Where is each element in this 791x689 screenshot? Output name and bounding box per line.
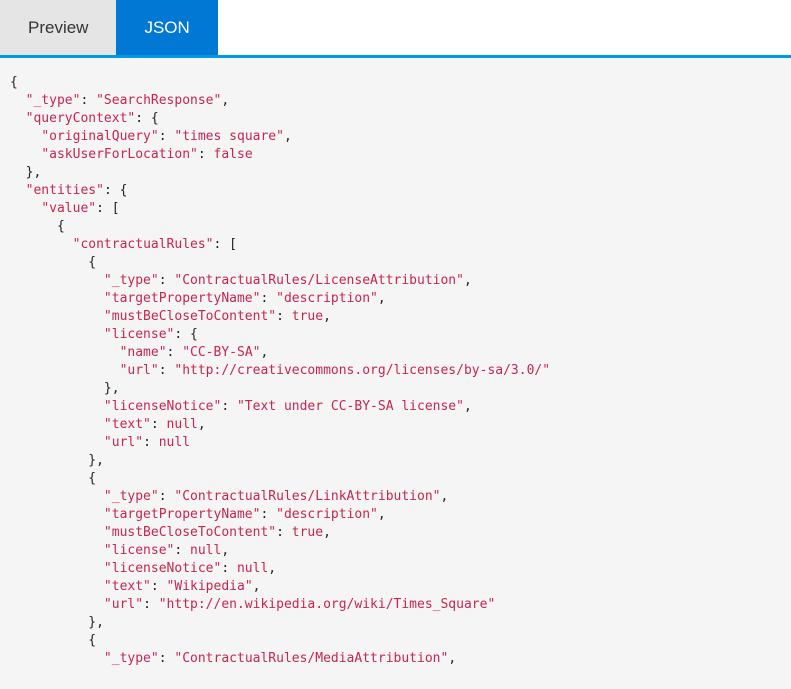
code-line: }, [10,614,781,632]
code-line: "_type": "SearchResponse", [10,92,781,110]
json-code-panel: { "_type": "SearchResponse", "queryConte… [0,58,791,689]
code-line: "contractualRules": [ [10,236,781,254]
code-line: "value": [ [10,200,781,218]
code-line: "mustBeCloseToContent": true, [10,524,781,542]
code-line: "text": "Wikipedia", [10,578,781,596]
code-line: "entities": { [10,182,781,200]
code-line: "queryContext": { [10,110,781,128]
code-line: }, [10,380,781,398]
code-line: }, [10,452,781,470]
code-line: { [10,254,781,272]
code-line: "licenseNotice": "Text under CC-BY-SA li… [10,398,781,416]
code-line: "originalQuery": "times square", [10,128,781,146]
tab-json[interactable]: JSON [116,0,217,55]
code-line: "askUserForLocation": false [10,146,781,164]
code-line: "_type": "ContractualRules/LinkAttributi… [10,488,781,506]
tab-preview[interactable]: Preview [0,0,116,55]
code-line: "name": "CC-BY-SA", [10,344,781,362]
code-line: "text": null, [10,416,781,434]
tab-bar: Preview JSON [0,0,791,58]
code-line: "_type": "ContractualRules/MediaAttribut… [10,650,781,668]
code-line: "_type": "ContractualRules/LicenseAttrib… [10,272,781,290]
code-line: "url": null [10,434,781,452]
code-line: "license": null, [10,542,781,560]
code-line: { [10,218,781,236]
code-line: "url": "http://creativecommons.org/licen… [10,362,781,380]
code-line: { [10,74,781,92]
code-line: "url": "http://en.wikipedia.org/wiki/Tim… [10,596,781,614]
code-line: }, [10,164,781,182]
code-line: "targetPropertyName": "description", [10,290,781,308]
code-line: "license": { [10,326,781,344]
code-line: { [10,470,781,488]
code-line: "targetPropertyName": "description", [10,506,781,524]
code-line: { [10,632,781,650]
code-line: "licenseNotice": null, [10,560,781,578]
code-line: "mustBeCloseToContent": true, [10,308,781,326]
